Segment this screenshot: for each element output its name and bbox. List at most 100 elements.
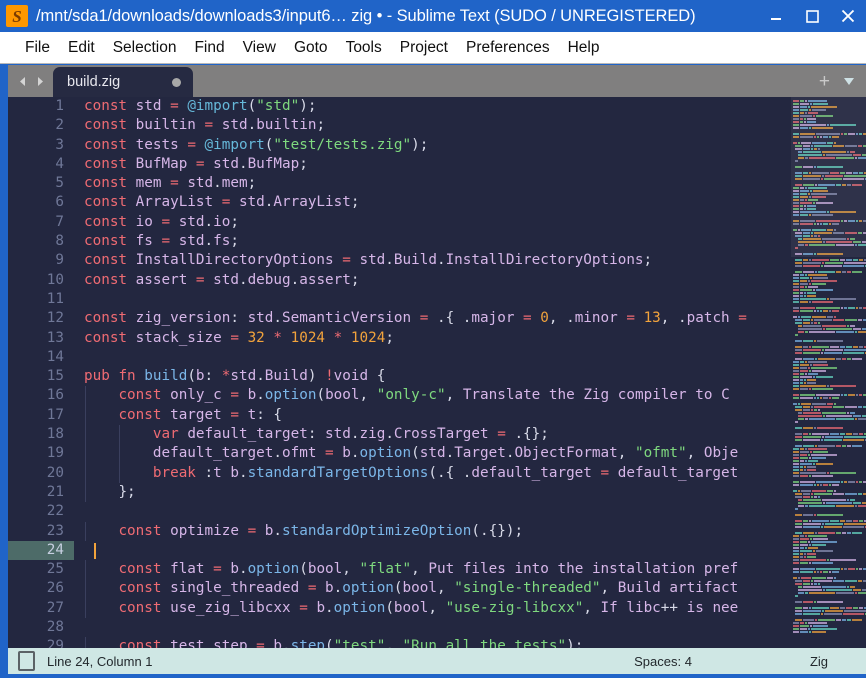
code-line[interactable]: 13 const stack_size = 32 * 1024 * 1024; (8, 329, 791, 348)
minimap-token (821, 177, 824, 180)
minimap-token (847, 219, 855, 222)
code-line[interactable]: 9 const InstallDirectoryOptions = std.Bui… (8, 251, 791, 270)
code-line[interactable]: 28 (8, 618, 791, 637)
code-line[interactable]: 10 const assert = std.debug.assert; (8, 271, 791, 290)
tab-build-zig[interactable]: build.zig (53, 67, 193, 97)
minimap-token (845, 432, 853, 435)
menu-item-view[interactable]: View (234, 37, 285, 59)
close-button[interactable] (830, 0, 866, 32)
code-line[interactable]: 26 const single_threaded = b.option(bool… (8, 579, 791, 599)
minimap-token (835, 591, 855, 594)
minimap-token (816, 306, 840, 309)
menu-item-goto[interactable]: Goto (285, 37, 337, 59)
minimap-token (859, 219, 862, 222)
code-line[interactable]: 24 (8, 540, 791, 561)
code-line[interactable]: 7 const io = std.io; (8, 213, 791, 232)
minimap-token (817, 321, 820, 324)
minimap-token (800, 204, 803, 207)
menu-item-project[interactable]: Project (391, 37, 457, 59)
code-line[interactable]: 22 (8, 502, 791, 521)
minimap-token (836, 183, 842, 186)
code-line[interactable]: 1 const std = @import("std"); (8, 97, 791, 116)
title-bar[interactable]: S /mnt/sda1/downloads/downloads3/input6…… (0, 0, 866, 32)
minimap-token (800, 297, 827, 300)
minimap-token (813, 276, 828, 279)
minimap-token (812, 489, 826, 492)
code-line[interactable]: 11 (8, 290, 791, 309)
minimap-token (811, 579, 814, 582)
code-editor[interactable]: 1 const std = @import("std"); 2 const built… (8, 97, 866, 648)
code-line[interactable]: 16 const only_c = b.option(bool, "only-c… (8, 386, 791, 406)
code-line[interactable]: 25 const flat = b.option(bool, "flat", P… (8, 560, 791, 580)
code-line[interactable]: 18 var default_target: std.zig.CrossTarg… (8, 425, 791, 445)
minimap-token (822, 237, 847, 240)
minimap-token (810, 537, 812, 540)
code-line[interactable]: 3 const tests = @import("test/tests.zig")… (8, 136, 791, 155)
minimap-token (802, 525, 821, 528)
code-line[interactable]: 5 const mem = std.mem; (8, 174, 791, 193)
minimap-token (843, 174, 866, 177)
minimap-token (832, 231, 844, 234)
minimap-token (814, 144, 832, 147)
code-line[interactable]: 27 const use_zig_libcxx = b.option(bool,… (8, 598, 791, 619)
minimap-token (839, 606, 845, 609)
minimap-token (811, 258, 830, 261)
minimap-token (814, 321, 817, 324)
code-viewport[interactable]: 1 const std = @import("std"); 2 const built… (8, 97, 791, 648)
tab-scroll-right-icon[interactable] (34, 75, 47, 88)
code-line[interactable]: 23 const optimize = b.standardOptimizeOp… (8, 521, 791, 541)
cursor-position-label[interactable]: Line 24, Column 1 (47, 654, 634, 669)
minimap-token (800, 369, 808, 372)
minimap-token (810, 192, 837, 195)
minimap-token (800, 276, 809, 279)
menu-item-selection[interactable]: Selection (104, 37, 186, 59)
minimap-token (815, 462, 833, 465)
code-line[interactable]: 17 const target = t: { (8, 405, 791, 426)
minimap-token (844, 480, 847, 483)
minimap[interactable] (791, 97, 866, 648)
tab-unsaved-dot-icon[interactable] (172, 77, 181, 87)
minimap-token (800, 474, 808, 477)
code-line[interactable]: 29 const test_step = b.step("test", "Run… (8, 637, 791, 648)
minimap-token (842, 618, 847, 621)
minimap-token (859, 432, 863, 435)
menu-item-preferences[interactable]: Preferences (457, 37, 559, 59)
code-line[interactable]: 21 }; (8, 482, 791, 503)
menu-item-tools[interactable]: Tools (337, 37, 391, 59)
minimap-token (800, 273, 804, 276)
code-line[interactable]: 8 const fs = std.fs; (8, 232, 791, 251)
code-line[interactable]: 6 const ArrayList = std.ArrayList; (8, 193, 791, 212)
minimap-token (853, 258, 859, 261)
code-line[interactable]: 15 pub fn build(b: *std.Build) !void { (8, 367, 791, 386)
code-line[interactable]: 2 const builtin = std.builtin; (8, 116, 791, 135)
minimap-token (847, 183, 851, 186)
minimap-token (830, 345, 839, 348)
menu-item-file[interactable]: File (16, 37, 59, 59)
code-line[interactable]: 20 break :t b.standardTargetOptions(.{ .… (8, 463, 791, 483)
menu-item-find[interactable]: Find (185, 37, 233, 59)
new-tab-button[interactable]: + (819, 72, 830, 91)
minimap-token (795, 606, 802, 609)
minimap-token (810, 627, 837, 630)
code-line[interactable]: 19 default_target.ofmt = b.option(std.Ta… (8, 444, 791, 464)
code-line[interactable]: 4 const BufMap = std.BufMap; (8, 155, 791, 174)
indentation-label[interactable]: Spaces: 4 (634, 654, 692, 669)
tab-overflow-menu-icon[interactable] (842, 74, 856, 88)
minimap-token (858, 417, 866, 420)
minimap-token (852, 501, 862, 504)
minimap-token (811, 231, 814, 234)
code-line[interactable]: 12 const zig_version: std.SemanticVersion… (8, 309, 791, 328)
maximize-button[interactable] (794, 0, 830, 32)
menu-item-edit[interactable]: Edit (59, 37, 104, 59)
minimap-token (827, 489, 834, 492)
minimap-content (793, 99, 866, 633)
code-line[interactable]: 14 (8, 348, 791, 367)
minimap-token (801, 315, 812, 318)
syntax-label[interactable]: Zig (810, 654, 828, 669)
code-text: const assert = std.debug.assert; (84, 271, 360, 288)
menu-item-help[interactable]: Help (559, 37, 609, 59)
document-icon (18, 651, 35, 671)
tab-scroll-left-icon[interactable] (16, 75, 29, 88)
minimap-token (793, 570, 800, 573)
minimize-button[interactable] (758, 0, 794, 32)
